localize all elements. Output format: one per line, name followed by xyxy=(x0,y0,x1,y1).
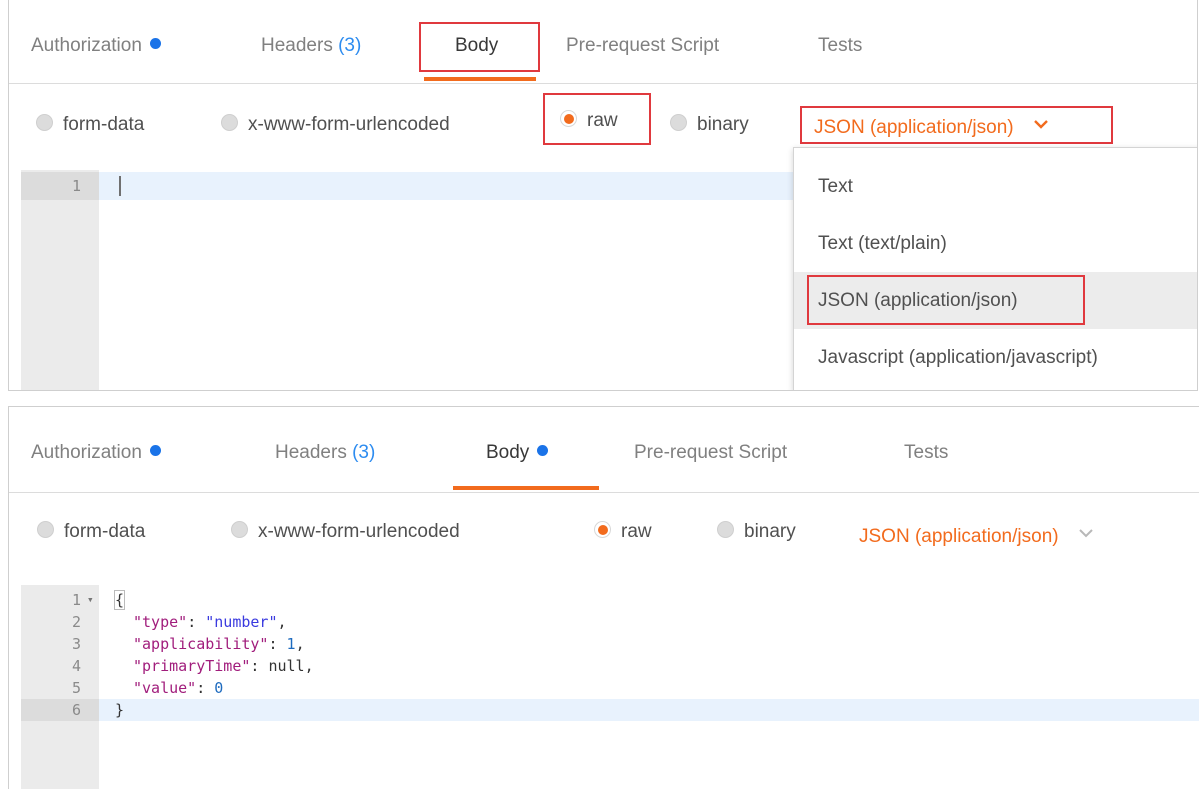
tab-label: Headers xyxy=(261,35,333,56)
radio-circle-icon xyxy=(221,114,238,131)
content-type-select[interactable]: JSON (application/json) xyxy=(859,525,1094,548)
line-number: 2 xyxy=(71,613,81,631)
editor-line[interactable]: 4 "primaryTime": null, xyxy=(21,655,1199,677)
tab-tests[interactable]: Tests xyxy=(818,0,898,83)
tab-pre-request-script[interactable]: Pre-request Script xyxy=(566,0,776,83)
json-null-value: null xyxy=(268,657,305,675)
highlight-box-content-type xyxy=(800,106,1113,144)
tab-label: Tests xyxy=(818,35,863,56)
content-type-dropdown-menu: Text Text (text/plain) JSON (application… xyxy=(793,147,1197,390)
radio-binary[interactable]: binary xyxy=(670,114,749,136)
headers-count-badge: (3) xyxy=(352,442,376,463)
modified-dot-icon xyxy=(537,445,549,456)
editor-line[interactable]: 5 "value": 0 xyxy=(21,677,1199,699)
tab-label: Pre-request Script xyxy=(634,442,788,463)
radio-label: raw xyxy=(621,521,652,542)
tab-label: Headers xyxy=(275,442,347,463)
highlight-box-raw xyxy=(543,93,651,145)
json-separator: : xyxy=(187,613,206,631)
request-tabs: Authorization Headers (3) Body Pre-reque… xyxy=(9,0,1197,84)
json-comma: , xyxy=(277,613,287,631)
json-string-value: "number" xyxy=(205,613,278,631)
radio-x-www-form-urlencoded[interactable]: x-www-form-urlencoded xyxy=(221,114,450,136)
json-key: "applicability" xyxy=(133,635,269,653)
radio-circle-icon xyxy=(36,114,53,131)
tab-body[interactable]: Body xyxy=(454,407,599,492)
tab-authorization[interactable]: Authorization xyxy=(31,0,221,83)
radio-form-data[interactable]: form-data xyxy=(36,114,144,136)
dropdown-item-text-plain[interactable]: Text (text/plain) xyxy=(794,215,1197,272)
line-number: 3 xyxy=(71,635,81,653)
highlight-box-json-option xyxy=(807,275,1085,325)
radio-label: form-data xyxy=(64,521,146,542)
modified-dot-icon xyxy=(149,445,161,456)
tab-tests[interactable]: Tests xyxy=(904,407,984,492)
modified-dot-icon xyxy=(149,38,161,49)
active-tab-indicator xyxy=(424,77,536,81)
line-number: 1 xyxy=(71,591,81,609)
json-separator: : xyxy=(196,679,215,697)
radio-binary[interactable]: binary xyxy=(717,521,796,543)
body-code-editor[interactable]: 1 ▾ { 2 "type": "number", 3 "applicabili… xyxy=(9,585,1199,789)
chevron-down-icon xyxy=(1079,529,1093,538)
content-type-value: JSON (application/json) xyxy=(859,526,1059,547)
dropdown-item-text[interactable]: Text xyxy=(794,158,1197,215)
json-number-value: 0 xyxy=(214,679,224,697)
radio-label: form-data xyxy=(63,114,145,135)
highlight-box-body-tab xyxy=(419,22,540,72)
headers-count-badge: (3) xyxy=(338,35,362,56)
radio-label: x-www-form-urlencoded xyxy=(248,114,450,135)
fold-arrow-icon[interactable]: ▾ xyxy=(87,589,94,611)
json-number-value: 1 xyxy=(286,635,296,653)
line-number: 4 xyxy=(71,657,81,675)
json-close-brace: } xyxy=(115,701,125,719)
radio-raw[interactable]: raw xyxy=(594,521,652,543)
radio-form-data[interactable]: form-data xyxy=(37,521,145,543)
tab-label: Tests xyxy=(904,442,949,463)
radio-circle-icon xyxy=(231,521,248,538)
request-editor-panel-1: Authorization Headers (3) Body Pre-reque… xyxy=(8,0,1198,391)
line-number: 5 xyxy=(71,679,81,697)
json-open-brace: { xyxy=(113,590,126,610)
tab-headers[interactable]: Headers (3) xyxy=(261,0,401,83)
line-number: 6 xyxy=(21,699,99,721)
radio-circle-icon xyxy=(670,114,687,131)
editor-line[interactable]: 1 ▾ { xyxy=(21,589,1199,611)
json-comma: , xyxy=(304,657,314,675)
tab-pre-request-script[interactable]: Pre-request Script xyxy=(634,407,854,492)
editor-line[interactable]: 6 } xyxy=(21,699,1199,721)
json-key: "value" xyxy=(133,679,197,697)
editor-line[interactable]: 3 "applicability": 1, xyxy=(21,633,1199,655)
tab-label: Pre-request Script xyxy=(566,35,720,56)
tab-label: Body xyxy=(486,442,530,463)
body-type-bar: form-data x-www-form-urlencoded raw bina… xyxy=(9,493,1199,579)
dropdown-item-javascript[interactable]: Javascript (application/javascript) xyxy=(794,329,1197,386)
json-separator: : xyxy=(268,635,287,653)
json-key: "type" xyxy=(133,613,188,631)
radio-x-www-form-urlencoded[interactable]: x-www-form-urlencoded xyxy=(231,521,460,543)
editor-line[interactable]: 2 "type": "number", xyxy=(21,611,1199,633)
radio-label: x-www-form-urlencoded xyxy=(258,521,460,542)
text-cursor xyxy=(119,176,121,196)
radio-label: binary xyxy=(744,521,796,542)
tab-headers[interactable]: Headers (3) xyxy=(275,407,425,492)
tab-label: Authorization xyxy=(31,442,142,463)
radio-selected-icon xyxy=(594,521,611,538)
json-separator: : xyxy=(250,657,269,675)
radio-label: binary xyxy=(697,114,749,135)
active-tab-indicator xyxy=(453,486,599,490)
radio-circle-icon xyxy=(717,521,734,538)
request-editor-panel-2: Authorization Headers (3) Body Pre-reque… xyxy=(8,406,1199,789)
line-number: 1 xyxy=(21,172,99,200)
tab-authorization[interactable]: Authorization xyxy=(31,407,221,492)
tab-label: Authorization xyxy=(31,35,142,56)
radio-circle-icon xyxy=(37,521,54,538)
line-number-gutter xyxy=(21,170,99,390)
request-tabs: Authorization Headers (3) Body Pre-reque… xyxy=(9,407,1199,493)
json-comma: , xyxy=(295,635,305,653)
json-key: "primaryTime" xyxy=(133,657,251,675)
